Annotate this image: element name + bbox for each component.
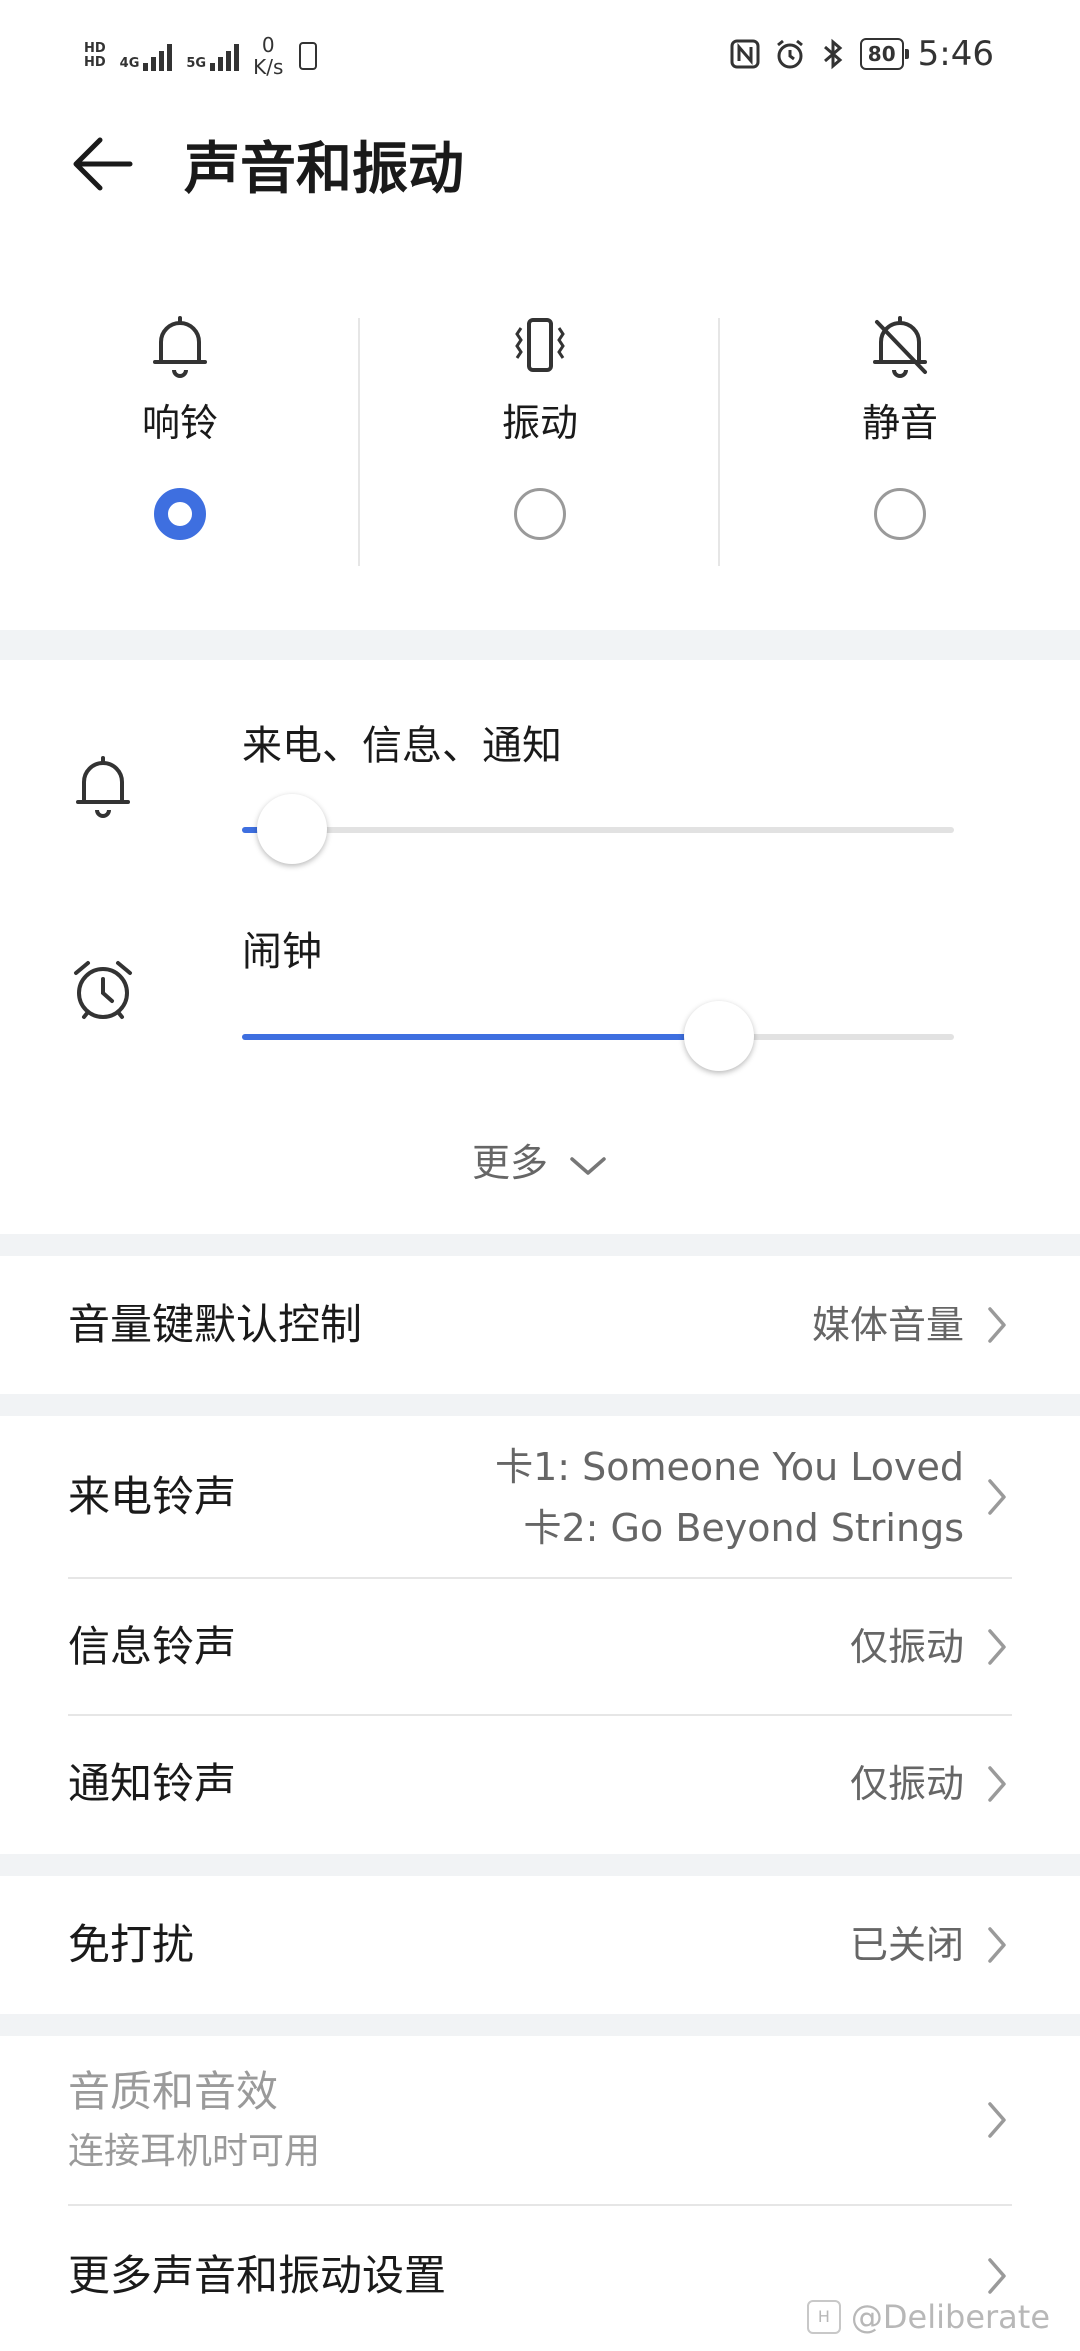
alarm-volume-thumb[interactable]	[684, 1001, 755, 1071]
ringer-volume-thumb[interactable]	[256, 794, 327, 864]
alarm-volume-fill	[242, 1034, 720, 1040]
do-not-disturb-row[interactable]: 免打扰 已关闭	[0, 1876, 1080, 2014]
chevron-right-icon	[988, 1629, 1006, 1665]
sound-quality-row[interactable]: 音质和音效 连接耳机时可用	[0, 2036, 1080, 2204]
watermark-logo-icon: H	[806, 2300, 841, 2334]
watermark: H @Deliberate	[806, 2298, 1050, 2336]
message-ringtone-row[interactable]: 信息铃声 仅振动	[0, 1579, 1080, 1715]
phone-icon	[299, 42, 318, 70]
signal-bars-icon	[143, 41, 173, 71]
watermark-text: @Deliberate	[850, 2298, 1050, 2336]
do-not-disturb-value: 已关闭	[849, 1923, 964, 1967]
bluetooth-icon	[823, 38, 843, 70]
status-right: 80 5:46	[730, 34, 994, 74]
signal-bars-icon	[210, 41, 240, 71]
mode-divider	[718, 318, 720, 566]
message-ringtone-title: 信息铃声	[68, 1622, 237, 1671]
call-ringtone-card2: 卡2: Go Beyond Strings	[523, 1506, 964, 1550]
mode-vibrate-label: 振动	[501, 401, 578, 445]
mode-ring-radio[interactable]	[154, 488, 206, 540]
status-bar: HD HD 4G 5G 0 K/s 80 5:46	[0, 0, 1080, 110]
do-not-disturb-title: 免打扰	[68, 1920, 195, 1969]
battery-indicator: 80	[859, 38, 909, 70]
hd-label-1: HD	[84, 41, 106, 56]
hd-label-2: HD	[84, 55, 106, 70]
chevron-right-icon	[988, 1927, 1006, 1963]
alarm-clock-icon	[74, 961, 132, 1019]
call-ringtone-card1: 卡1: Someone You Loved	[495, 1445, 964, 1489]
network-4g-label: 4G	[119, 56, 140, 71]
sound-quality-title: 音质和音效	[68, 2067, 279, 2116]
sound-quality-subtitle: 连接耳机时可用	[68, 2131, 321, 2172]
call-ringtone-row[interactable]: 来电铃声 卡1: Someone You Loved 卡2: Go Beyond…	[0, 1416, 1080, 1578]
mode-vibrate-radio[interactable]	[514, 488, 566, 540]
hd-indicator: HD HD	[84, 42, 106, 70]
call-ringtone-value: 卡1: Someone You Loved 卡2: Go Beyond Stri…	[495, 1436, 964, 1558]
volume-key-row[interactable]: 音量键默认控制 媒体音量	[0, 1256, 1080, 1394]
alarm-volume-slider[interactable]	[242, 1001, 954, 1071]
call-ringtone-title: 来电铃声	[68, 1472, 237, 1521]
notification-ringtone-title: 通知铃声	[68, 1759, 237, 1808]
back-arrow-icon[interactable]	[64, 124, 144, 204]
bell-icon	[153, 316, 207, 378]
vibrate-icon	[515, 318, 565, 372]
chevron-down-icon	[570, 1156, 606, 1175]
status-left: HD HD 4G 5G 0 K/s	[84, 34, 319, 78]
bell-off-icon	[873, 316, 927, 378]
mode-divider	[358, 318, 360, 566]
signal-5g: 5G	[186, 41, 240, 71]
volume-key-value: 媒体音量	[811, 1303, 964, 1347]
chevron-right-icon	[988, 1479, 1006, 1515]
speed-value: 0	[261, 33, 275, 57]
mode-ring-label: 响铃	[141, 401, 218, 445]
mode-silent-radio[interactable]	[874, 488, 926, 540]
chevron-right-icon	[988, 2102, 1006, 2138]
chevron-right-icon	[988, 2258, 1006, 2294]
notification-ringtone-value: 仅振动	[849, 1762, 964, 1806]
more-label: 更多	[471, 1141, 548, 1185]
volume-key-title: 音量键默认控制	[68, 1300, 363, 1349]
alarm-icon	[776, 39, 803, 69]
notification-ringtone-row[interactable]: 通知铃声 仅振动	[0, 1716, 1080, 1854]
mode-ring[interactable]: 响铃	[60, 310, 300, 540]
alarm-volume-label: 闹钟	[242, 929, 322, 975]
chevron-right-icon	[988, 1307, 1006, 1343]
ringer-volume-label: 来电、信息、通知	[242, 723, 562, 769]
mode-silent[interactable]: 静音	[780, 310, 1020, 540]
speed-unit: K/s	[253, 55, 284, 79]
more-toggle[interactable]: 更多	[0, 1138, 1080, 1188]
ringer-volume-slider[interactable]	[242, 794, 954, 864]
more-sound-settings-title: 更多声音和振动设置	[68, 2251, 447, 2300]
page-title: 声音和振动	[184, 137, 464, 202]
network-speed: 0 K/s	[253, 34, 283, 78]
signal-4g: 4G	[120, 41, 173, 71]
bell-icon	[76, 756, 130, 818]
chevron-right-icon	[988, 1766, 1006, 1802]
message-ringtone-value: 仅振动	[849, 1625, 964, 1669]
clock: 5:46	[917, 34, 994, 74]
mode-silent-label: 静音	[861, 401, 938, 445]
nfc-icon	[730, 39, 760, 69]
network-5g-label: 5G	[186, 56, 207, 71]
mode-vibrate[interactable]: 振动	[420, 310, 660, 540]
